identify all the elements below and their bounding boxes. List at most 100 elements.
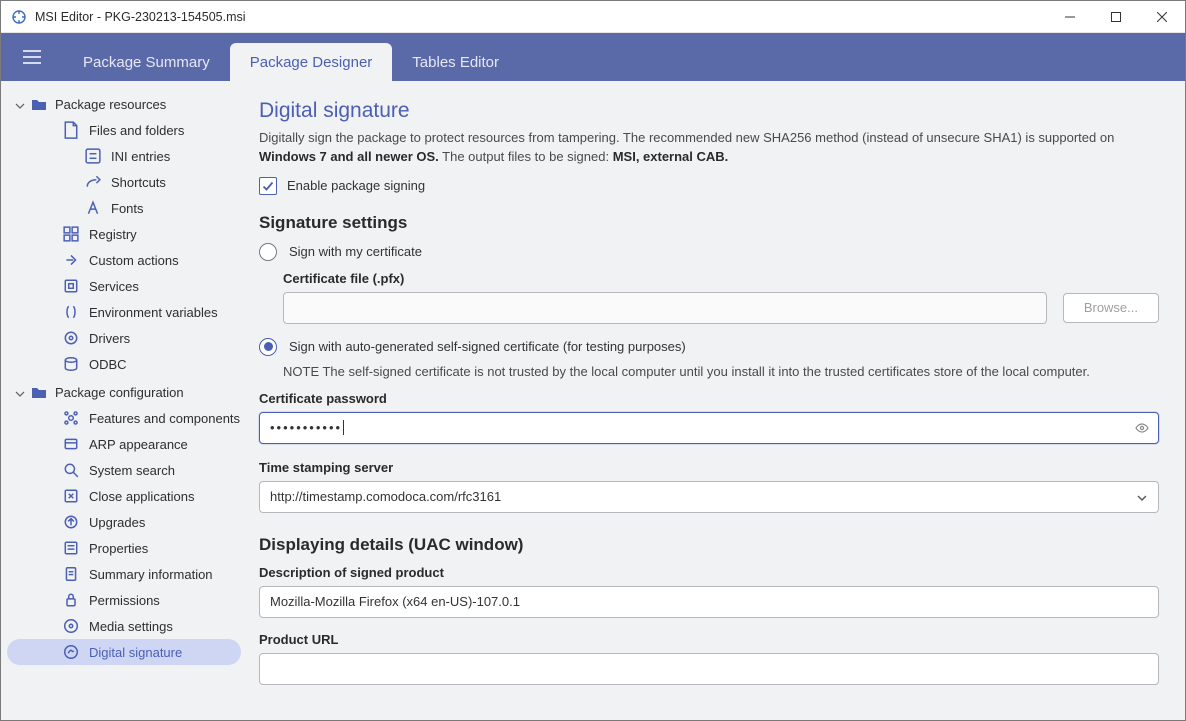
tree-group-resources[interactable]: Package resources (3, 91, 245, 117)
folder-icon (31, 97, 47, 111)
desc-bold: Windows 7 and all newer OS. (259, 149, 439, 164)
sidebar-item-label: Custom actions (89, 253, 179, 268)
maximize-button[interactable] (1093, 1, 1139, 33)
chevron-down-icon (15, 99, 25, 109)
sidebar-item-media[interactable]: Media settings (7, 613, 241, 639)
sidebar: Package resources Files and folders INI … (1, 81, 251, 720)
content-pane: Digital signature Digitally sign the pac… (251, 81, 1185, 720)
page-title: Digital signature (259, 99, 1159, 123)
sidebar-item-label: Summary information (89, 567, 213, 582)
sidebar-item-label: ARP appearance (89, 437, 188, 452)
radio-self-signed[interactable]: Sign with auto-generated self-signed cer… (259, 338, 1159, 356)
radio-label: Sign with my certificate (289, 244, 422, 259)
sidebar-item-permissions[interactable]: Permissions (7, 587, 241, 613)
search-icon (63, 462, 79, 478)
product-url-input[interactable] (259, 653, 1159, 685)
chevron-down-icon (15, 387, 25, 397)
sidebar-item-services[interactable]: Services (7, 273, 241, 299)
close-button[interactable] (1139, 1, 1185, 33)
input-value: ••••••••••• (270, 420, 342, 435)
minimize-button[interactable] (1047, 1, 1093, 33)
sidebar-item-arp[interactable]: ARP appearance (7, 431, 241, 457)
self-signed-note: NOTE The self-signed certificate is not … (283, 364, 1159, 379)
sidebar-item-fonts[interactable]: Fonts (7, 195, 241, 221)
summary-icon (63, 566, 79, 582)
sidebar-item-system-search[interactable]: System search (7, 457, 241, 483)
sidebar-item-custom-actions[interactable]: Custom actions (7, 247, 241, 273)
properties-icon (63, 540, 79, 556)
sidebar-item-label: Fonts (111, 201, 144, 216)
features-icon (63, 410, 79, 426)
timestamp-label: Time stamping server (259, 460, 1159, 475)
tree-group-configuration[interactable]: Package configuration (3, 379, 245, 405)
action-icon (63, 252, 79, 268)
signed-desc-input[interactable]: Mozilla-Mozilla Firefox (x64 en-US)-107.… (259, 586, 1159, 618)
sidebar-item-files-folders[interactable]: Files and folders (7, 117, 241, 143)
signed-desc-label: Description of signed product (259, 565, 1159, 580)
window-title: MSI Editor - PKG-230213-154505.msi (35, 10, 246, 24)
sidebar-item-drivers[interactable]: Drivers (7, 325, 241, 351)
chevron-down-icon (1136, 492, 1148, 507)
permissions-icon (63, 592, 79, 608)
tree-group-label: Package configuration (55, 385, 184, 400)
tab-tables-editor[interactable]: Tables Editor (392, 43, 519, 81)
timestamp-server-combo[interactable]: http://timestamp.comodoca.com/rfc3161 (259, 481, 1159, 513)
cert-password-label: Certificate password (259, 391, 1159, 406)
sidebar-item-odbc[interactable]: ODBC (7, 351, 241, 377)
odbc-icon (63, 356, 79, 372)
desc-text: The output files to be signed: (439, 149, 613, 164)
upgrade-icon (63, 514, 79, 530)
registry-icon (63, 226, 79, 242)
browse-button[interactable]: Browse... (1063, 293, 1159, 323)
sidebar-item-label: Properties (89, 541, 148, 556)
sidebar-item-digital-signature[interactable]: Digital signature (7, 639, 241, 665)
desc-text: Digitally sign the package to protect re… (259, 130, 1114, 145)
menu-button[interactable] (9, 33, 55, 81)
sidebar-item-label: Environment variables (89, 305, 218, 320)
section-signature-settings: Signature settings (259, 213, 1159, 233)
signature-icon (63, 644, 79, 660)
sidebar-item-summary-info[interactable]: Summary information (7, 561, 241, 587)
top-navbar: Package Summary Package Designer Tables … (1, 33, 1185, 81)
checkbox-checked-icon (259, 177, 277, 195)
shortcut-icon (85, 174, 101, 190)
sidebar-item-label: Digital signature (89, 645, 182, 660)
product-url-label: Product URL (259, 632, 1159, 647)
sidebar-item-label: Permissions (89, 593, 160, 608)
cert-file-input[interactable] (283, 292, 1047, 324)
tab-package-summary[interactable]: Package Summary (63, 43, 230, 81)
sidebar-item-shortcuts[interactable]: Shortcuts (7, 169, 241, 195)
ini-icon (85, 148, 101, 164)
sidebar-item-features[interactable]: Features and components (7, 405, 241, 431)
sidebar-item-label: Close applications (89, 489, 195, 504)
font-icon (85, 200, 101, 216)
sidebar-item-close-apps[interactable]: Close applications (7, 483, 241, 509)
page-description: Digitally sign the package to protect re… (259, 129, 1159, 167)
enable-signing-checkbox-row[interactable]: Enable package signing (259, 177, 1159, 195)
enable-signing-label: Enable package signing (287, 178, 425, 193)
radio-my-certificate[interactable]: Sign with my certificate (259, 243, 1159, 261)
sidebar-item-env-vars[interactable]: Environment variables (7, 299, 241, 325)
radio-unselected-icon (259, 243, 277, 261)
arp-icon (63, 436, 79, 452)
button-label: Browse... (1084, 300, 1138, 315)
sidebar-item-label: Upgrades (89, 515, 145, 530)
reveal-password-icon[interactable] (1134, 420, 1150, 439)
file-icon (63, 122, 79, 138)
sidebar-item-registry[interactable]: Registry (7, 221, 241, 247)
radio-selected-icon (259, 338, 277, 356)
titlebar: MSI Editor - PKG-230213-154505.msi (1, 1, 1185, 33)
cert-password-input[interactable]: ••••••••••• (259, 412, 1159, 444)
radio-label: Sign with auto-generated self-signed cer… (289, 339, 686, 354)
desc-bold: MSI, external CAB. (613, 149, 729, 164)
sidebar-item-properties[interactable]: Properties (7, 535, 241, 561)
input-value: Mozilla-Mozilla Firefox (x64 en-US)-107.… (270, 594, 520, 609)
sidebar-item-upgrades[interactable]: Upgrades (7, 509, 241, 535)
media-icon (63, 618, 79, 634)
folder-icon (31, 385, 47, 399)
sidebar-item-ini[interactable]: INI entries (7, 143, 241, 169)
app-icon (11, 9, 27, 25)
tab-package-designer[interactable]: Package Designer (230, 43, 393, 81)
env-icon (63, 304, 79, 320)
combo-value: http://timestamp.comodoca.com/rfc3161 (270, 489, 501, 504)
